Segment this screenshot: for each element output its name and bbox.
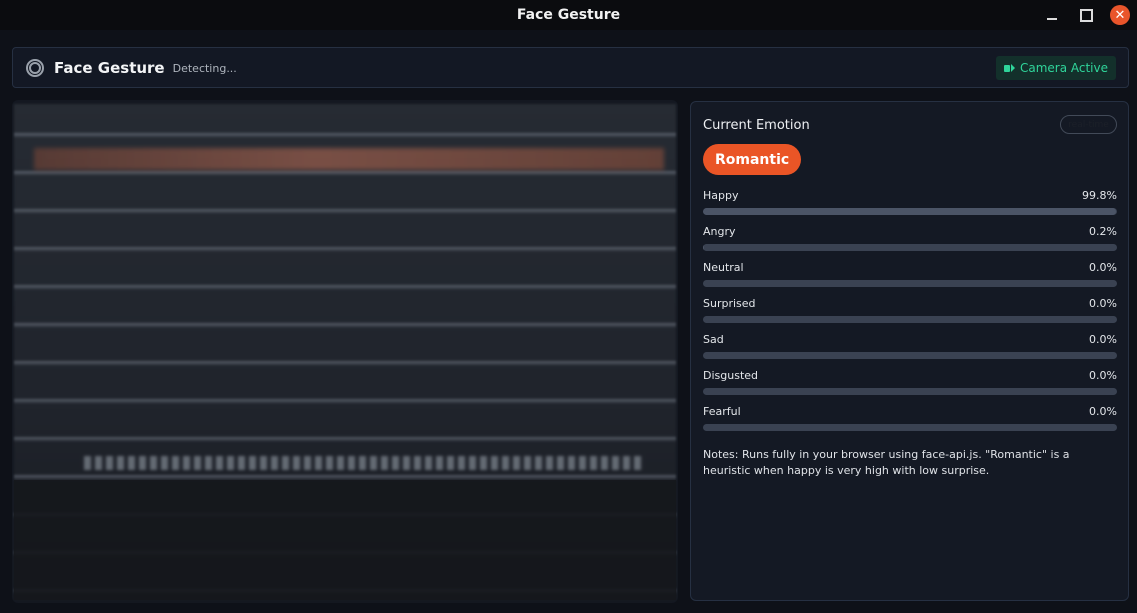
- metric-label: Fearful: [703, 405, 741, 418]
- minimize-button[interactable]: [1035, 0, 1069, 30]
- metric-bar: [703, 388, 1117, 395]
- close-button[interactable]: ✕: [1103, 0, 1137, 30]
- metric-value: 0.0%: [1089, 261, 1117, 274]
- metric-label: Surprised: [703, 297, 756, 310]
- metric-value: 0.0%: [1089, 369, 1117, 382]
- close-icon: ✕: [1110, 5, 1130, 25]
- metric-bar: [703, 352, 1117, 359]
- camera-status-badge: Camera Active: [995, 56, 1116, 80]
- metric-bar: [703, 316, 1117, 323]
- metric-disgusted: Disgusted 0.0%: [703, 369, 1117, 405]
- metric-bar-fill: [703, 244, 704, 251]
- metric-label: Sad: [703, 333, 724, 346]
- metric-fearful: Fearful 0.0%: [703, 405, 1117, 441]
- app-logo-icon: [26, 58, 44, 77]
- metric-neutral: Neutral 0.0%: [703, 261, 1117, 297]
- metric-bar: [703, 208, 1117, 215]
- metric-bar-fill: [703, 208, 1117, 215]
- window-title: Face Gesture: [516, 7, 621, 23]
- camera-status-label: Camera Active: [1019, 61, 1108, 75]
- camera-icon: [1003, 64, 1015, 72]
- emotion-panel: Current Emotion real-time Romantic Happy…: [690, 101, 1129, 601]
- metric-bar: [703, 424, 1117, 431]
- metric-label: Disgusted: [703, 369, 759, 382]
- app-header: Face Gesture Detecting... Camera Active: [12, 47, 1129, 88]
- metric-bar: [703, 280, 1117, 287]
- metric-value: 0.2%: [1089, 225, 1117, 238]
- video-shadow: [14, 480, 676, 600]
- detection-status: Detecting...: [172, 61, 237, 75]
- metric-value: 99.8%: [1082, 189, 1117, 202]
- emotion-metrics-list: Happy 99.8% Angry 0.2% Neutral 0.0% Surp…: [703, 189, 1117, 441]
- metric-angry: Angry 0.2%: [703, 225, 1117, 261]
- metric-label: Neutral: [703, 261, 744, 274]
- app-name: Face Gesture: [54, 58, 165, 77]
- maximize-button[interactable]: [1069, 0, 1103, 30]
- metric-label: Angry: [703, 225, 736, 238]
- notes-text: Notes: Runs fully in your browser using …: [703, 448, 1070, 477]
- panel-title: Current Emotion: [703, 118, 810, 133]
- realtime-chip: real-time: [1060, 115, 1117, 134]
- metric-value: 0.0%: [1089, 297, 1117, 310]
- metric-value: 0.0%: [1089, 333, 1117, 346]
- camera-video-panel: [12, 100, 678, 603]
- metric-bar: [703, 244, 1117, 251]
- window-controls: ✕: [1035, 0, 1137, 30]
- window-titlebar: Face Gesture ✕: [0, 0, 1137, 30]
- metric-happy: Happy 99.8%: [703, 189, 1117, 225]
- current-emotion-badge: Romantic: [703, 144, 802, 175]
- metric-label: Happy: [703, 189, 739, 202]
- metric-sad: Sad 0.0%: [703, 333, 1117, 369]
- maximize-icon: [1079, 8, 1093, 22]
- metric-surprised: Surprised 0.0%: [703, 297, 1117, 333]
- minimize-icon: [1047, 18, 1057, 20]
- metric-value: 0.0%: [1089, 405, 1117, 418]
